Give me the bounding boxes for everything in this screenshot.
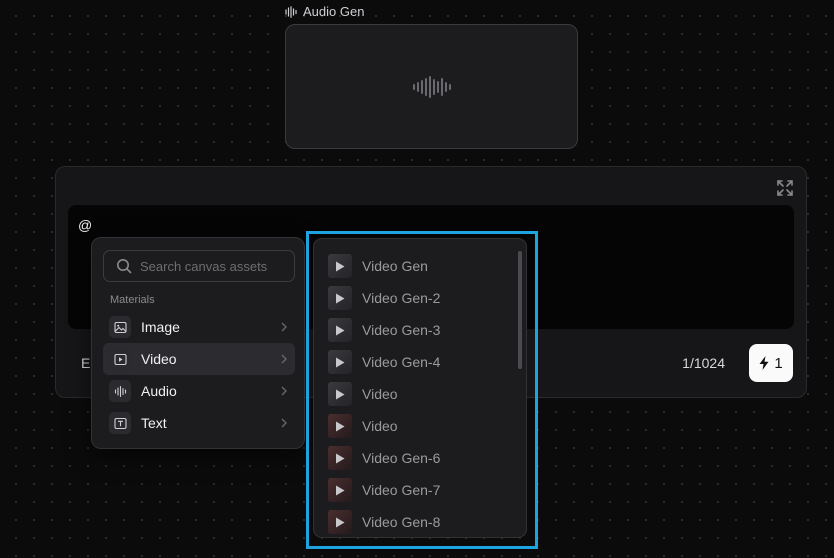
video-thumbnail (328, 254, 352, 278)
chevron-right-icon (281, 418, 287, 428)
run-button[interactable]: 1 (749, 344, 793, 382)
audio-wave-icon (109, 380, 131, 402)
char-count: 1/1024 (682, 355, 725, 371)
play-icon (336, 453, 345, 463)
video-thumbnail (328, 414, 352, 438)
text-icon (109, 412, 131, 434)
video-item-label: Video Gen-4 (362, 354, 441, 370)
menu-item-label: Audio (141, 383, 177, 399)
video-item-label: Video (362, 418, 398, 434)
section-label: Materials (110, 294, 155, 306)
video-item[interactable]: Video (328, 410, 518, 442)
lightning-icon (759, 356, 769, 370)
video-item[interactable]: Video Gen-7 (328, 474, 518, 506)
video-thumbnail (328, 318, 352, 342)
menu-item-image[interactable]: Image (103, 311, 295, 343)
scrollbar[interactable] (518, 251, 522, 369)
mention-menu: Materials Image Video Audio (91, 237, 305, 449)
search-icon (117, 259, 132, 274)
chevron-right-icon (281, 322, 287, 332)
video-item-label: Video (362, 386, 398, 402)
play-icon (336, 389, 345, 399)
video-thumbnail (328, 350, 352, 374)
video-thumbnail (328, 510, 352, 534)
video-item-label: Video Gen (362, 258, 428, 274)
video-thumbnail (328, 446, 352, 470)
video-item[interactable]: Video Gen (328, 250, 518, 282)
play-icon (336, 261, 345, 271)
menu-item-video[interactable]: Video (103, 343, 295, 375)
play-icon (336, 293, 345, 303)
image-icon (109, 316, 131, 338)
video-list: Video Gen Video Gen-2 Video Gen-3 Video … (328, 250, 518, 537)
play-icon (336, 517, 345, 527)
search-input[interactable] (140, 258, 290, 274)
menu-item-text[interactable]: Text (103, 407, 295, 439)
video-item[interactable]: Video Gen-3 (328, 314, 518, 346)
video-submenu: Video Gen Video Gen-2 Video Gen-3 Video … (313, 238, 527, 538)
chevron-right-icon (281, 354, 287, 364)
video-item-label: Video Gen-3 (362, 322, 441, 338)
menu-item-label: Video (141, 351, 177, 367)
video-thumbnail (328, 478, 352, 502)
video-item-label: Video Gen-7 (362, 482, 441, 498)
chevron-right-icon (281, 386, 287, 396)
play-icon (336, 325, 345, 335)
video-item[interactable]: Video Gen-8 (328, 506, 518, 537)
video-item[interactable]: Video (328, 378, 518, 410)
audio-wave-icon (285, 5, 297, 18)
video-item[interactable]: Video Gen-4 (328, 346, 518, 378)
menu-item-label: Image (141, 319, 180, 335)
video-item-label: Video Gen-2 (362, 290, 441, 306)
video-thumbnail (328, 286, 352, 310)
play-icon (336, 485, 345, 495)
video-thumbnail (328, 382, 352, 406)
menu-list: Image Video Audio Text (103, 311, 295, 439)
audio-waveform-icon (412, 75, 451, 98)
video-item-label: Video Gen-8 (362, 514, 441, 530)
play-icon (336, 421, 345, 431)
search-box[interactable] (103, 250, 295, 282)
video-item[interactable]: Video Gen-2 (328, 282, 518, 314)
play-icon (336, 357, 345, 367)
video-icon (109, 348, 131, 370)
expand-icon[interactable] (776, 179, 794, 197)
audio-gen-node[interactable] (285, 24, 578, 149)
video-item[interactable]: Video Gen-6 (328, 442, 518, 474)
video-item-label: Video Gen-6 (362, 450, 441, 466)
menu-item-audio[interactable]: Audio (103, 375, 295, 407)
audio-node-label: Audio Gen (303, 4, 365, 19)
menu-item-label: Text (141, 415, 167, 431)
audio-node-title: Audio Gen (285, 4, 364, 19)
prompt-text: @ (78, 217, 93, 233)
run-button-count: 1 (774, 354, 783, 372)
